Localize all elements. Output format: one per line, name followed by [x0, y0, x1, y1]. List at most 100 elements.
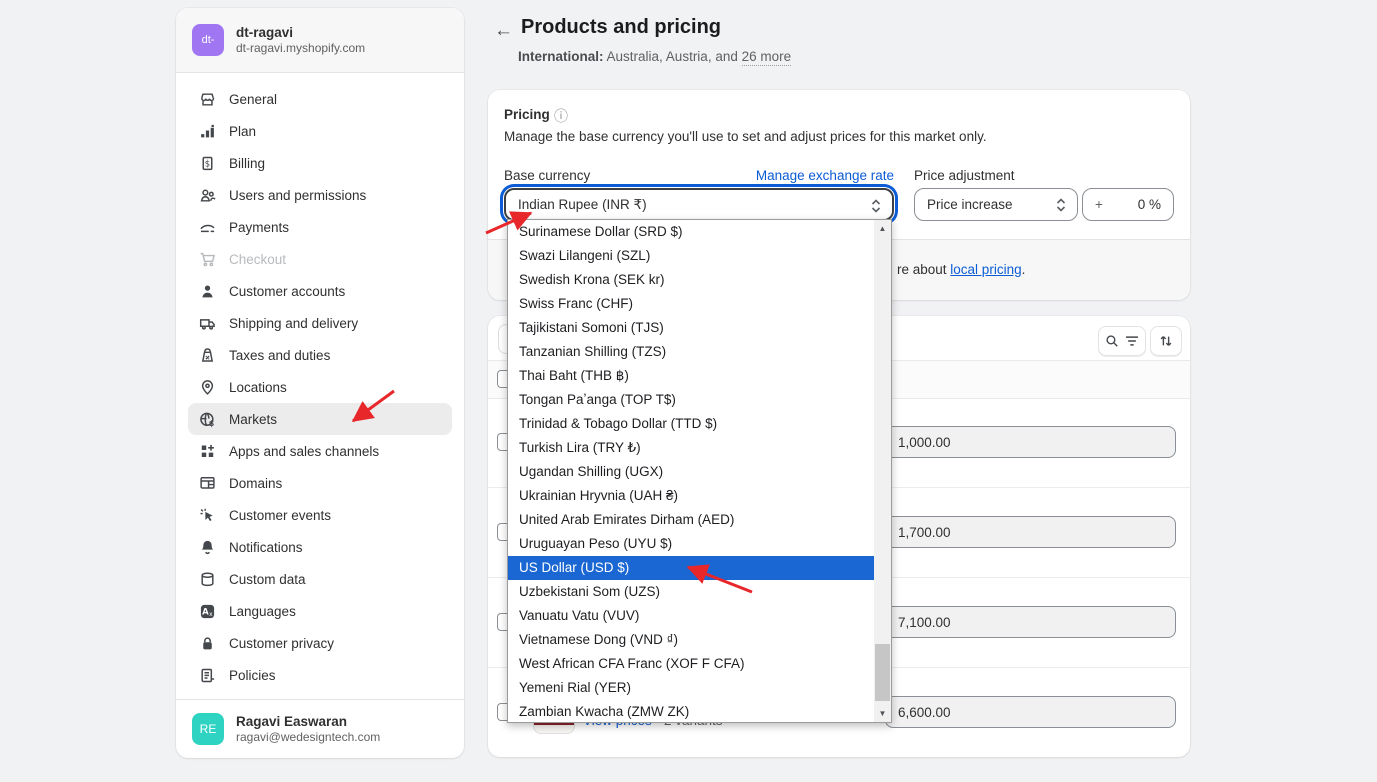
dropdown-scrollbar[interactable]: ▲ ▼ — [874, 220, 891, 722]
currency-option[interactable]: Swedish Krona (SEK kr) — [508, 268, 874, 292]
sidebar-item-billing[interactable]: $ Billing — [188, 147, 452, 179]
sidebar-item-customer-accounts[interactable]: Customer accounts — [188, 275, 452, 307]
price-input[interactable] — [885, 696, 1176, 728]
currency-option[interactable]: United Arab Emirates Dirham (AED) — [508, 508, 874, 532]
currency-option[interactable]: Surinamese Dollar (SRD $) — [508, 220, 874, 244]
search-icon — [1105, 334, 1119, 348]
sidebar-item-policies[interactable]: Policies — [188, 659, 452, 691]
base-currency-label: Base currency — [504, 168, 590, 183]
info-icon[interactable]: ⓘ — [554, 106, 568, 126]
sidebar-item-label: Plan — [229, 124, 256, 139]
currency-option[interactable]: Ugandan Shilling (UGX) — [508, 460, 874, 484]
currency-option[interactable]: Vietnamese Dong (VND ₫) — [508, 628, 874, 652]
price-input[interactable] — [885, 426, 1176, 458]
currency-option[interactable]: Swazi Lilangeni (SZL) — [508, 244, 874, 268]
more-countries-link[interactable]: 26 more — [742, 49, 792, 66]
currency-option[interactable]: West African CFA Franc (XOF F CFA) — [508, 652, 874, 676]
local-pricing-note: re about local pricing. — [897, 262, 1025, 277]
sidebar-item-label: General — [229, 92, 277, 107]
apps-grid-icon — [198, 442, 216, 460]
sidebar-item-customer-privacy[interactable]: Customer privacy — [188, 627, 452, 659]
sidebar-item-label: Shipping and delivery — [229, 316, 358, 331]
currency-option[interactable]: Yemeni Rial (YER) — [508, 676, 874, 700]
settings-sidebar: dt- dt-ragavi dt-ragavi.myshopify.com Ge… — [176, 8, 464, 758]
sidebar-item-taxes[interactable]: Taxes and duties — [188, 339, 452, 371]
sort-button[interactable] — [1150, 326, 1182, 356]
local-pricing-link[interactable]: local pricing — [950, 262, 1021, 277]
scroll-up-icon[interactable]: ▲ — [874, 220, 891, 237]
currency-option[interactable]: Tajikistani Somoni (TJS) — [508, 316, 874, 340]
page-subtitle: International: Australia, Austria, and 2… — [518, 49, 791, 64]
cursor-click-icon — [198, 506, 216, 524]
price-adjustment-percent-input[interactable]: + 0 % — [1082, 188, 1174, 221]
sidebar-item-shipping[interactable]: Shipping and delivery — [188, 307, 452, 339]
back-arrow-icon[interactable]: ← — [492, 18, 515, 44]
sidebar-item-customer-events[interactable]: Customer events — [188, 499, 452, 531]
price-adjustment-type-select[interactable]: Price increase — [914, 188, 1078, 221]
store-header[interactable]: dt- dt-ragavi dt-ragavi.myshopify.com — [176, 8, 464, 73]
sidebar-item-label: Users and permissions — [229, 188, 366, 203]
settings-nav: General Plan $ Billing Users and permiss… — [176, 73, 464, 691]
base-currency-select[interactable]: Indian Rupee (INR ₹) — [504, 188, 894, 221]
sidebar-item-apps-sales-channels[interactable]: Apps and sales channels — [188, 435, 452, 467]
currency-option[interactable]: Uzbekistani Som (UZS) — [508, 580, 874, 604]
user-email: ragavi@wedesigntech.com — [236, 730, 380, 745]
price-adjustment-label: Price adjustment — [914, 168, 1015, 183]
svg-text:A: A — [202, 607, 209, 617]
sidebar-item-plan[interactable]: Plan — [188, 115, 452, 147]
store-avatar: dt- — [192, 24, 224, 56]
payments-icon — [198, 218, 216, 236]
sidebar-item-label: Notifications — [229, 540, 303, 555]
sidebar-item-label: Locations — [229, 380, 287, 395]
store-domain: dt-ragavi.myshopify.com — [236, 41, 365, 56]
scrollbar-thumb[interactable] — [875, 644, 890, 701]
user-info: Ragavi Easwaran ragavi@wedesigntech.com — [236, 713, 380, 745]
sidebar-item-notifications[interactable]: Notifications — [188, 531, 452, 563]
sidebar-item-label: Payments — [229, 220, 289, 235]
svg-text:x: x — [209, 611, 213, 617]
sidebar-item-label: Languages — [229, 604, 296, 619]
sidebar-item-general[interactable]: General — [188, 83, 452, 115]
current-user[interactable]: RE Ragavi Easwaran ragavi@wedesigntech.c… — [176, 699, 464, 758]
price-input[interactable] — [885, 516, 1176, 548]
price-input[interactable] — [885, 606, 1176, 638]
currency-option[interactable]: Uruguayan Peso (UYU $) — [508, 532, 874, 556]
sidebar-item-payments[interactable]: Payments — [188, 211, 452, 243]
manage-exchange-rate-link[interactable]: Manage exchange rate — [756, 168, 894, 183]
domains-icon — [198, 474, 216, 492]
plan-icon — [198, 122, 216, 140]
lock-icon — [198, 634, 216, 652]
sidebar-item-label: Custom data — [229, 572, 306, 587]
currency-option[interactable]: Thai Baht (THB ฿) — [508, 364, 874, 388]
currency-option[interactable]: Swiss Franc (CHF) — [508, 292, 874, 316]
currency-option[interactable]: Vanuatu Vatu (VUV) — [508, 604, 874, 628]
currency-option[interactable]: Turkish Lira (TRY ₺) — [508, 436, 874, 460]
scroll-down-icon[interactable]: ▼ — [874, 705, 891, 722]
user-avatar: RE — [192, 713, 224, 745]
pricing-description: Manage the base currency you'll use to s… — [504, 129, 987, 144]
settings-page: dt- dt-ragavi dt-ragavi.myshopify.com Ge… — [0, 0, 1377, 782]
currency-option[interactable]: Tongan Paʼanga (TOP T$) — [508, 388, 874, 412]
sidebar-item-locations[interactable]: Locations — [188, 371, 452, 403]
billing-icon: $ — [198, 154, 216, 172]
sidebar-item-custom-data[interactable]: Custom data — [188, 563, 452, 595]
sidebar-item-domains[interactable]: Domains — [188, 467, 452, 499]
store-icon — [198, 90, 216, 108]
currency-option[interactable]: Zambian Kwacha (ZMW ZK) — [508, 700, 874, 722]
currency-dropdown-menu: Surinamese Dollar (SRD $) Swazi Lilangen… — [507, 219, 892, 723]
percent-sign: + — [1095, 197, 1103, 212]
sidebar-item-languages[interactable]: Ax Languages — [188, 595, 452, 627]
sidebar-item-markets[interactable]: $ Markets — [188, 403, 452, 435]
chevron-updown-icon — [1056, 197, 1066, 213]
currency-option[interactable]: Ukrainian Hryvnia (UAH ₴) — [508, 484, 874, 508]
currency-option[interactable]: Tanzanian Shilling (TZS) — [508, 340, 874, 364]
markets-globe-icon: $ — [198, 410, 216, 428]
sidebar-item-label: Customer privacy — [229, 636, 334, 651]
search-and-filter-button[interactable] — [1098, 326, 1146, 356]
sort-arrows-icon — [1159, 334, 1173, 348]
document-icon — [198, 666, 216, 684]
currency-option[interactable]: Trinidad & Tobago Dollar (TTD $) — [508, 412, 874, 436]
svg-text:$: $ — [208, 419, 214, 428]
sidebar-item-users-permissions[interactable]: Users and permissions — [188, 179, 452, 211]
currency-option-selected[interactable]: US Dollar (USD $) — [508, 556, 874, 580]
